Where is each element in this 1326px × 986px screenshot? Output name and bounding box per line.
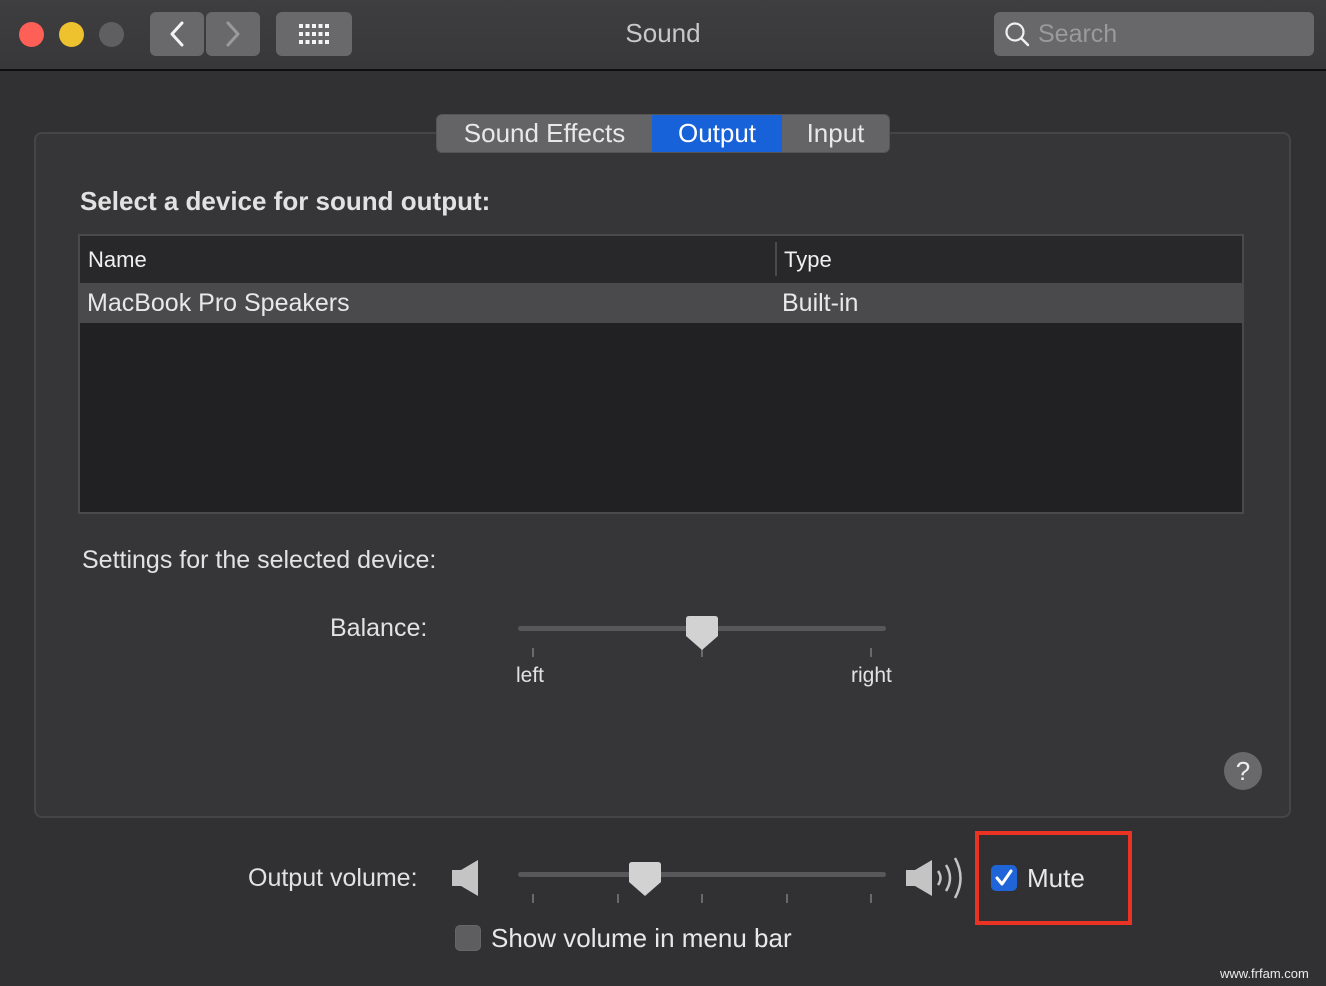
column-header-type[interactable]: Type: [784, 247, 832, 273]
settings-label: Settings for the selected device:: [82, 546, 437, 574]
volume-slider-thumb[interactable]: [628, 862, 661, 896]
tab-input[interactable]: Input: [782, 115, 889, 152]
search-input[interactable]: [1038, 19, 1298, 49]
speaker-low-icon: [452, 860, 478, 896]
balance-right-label: right: [851, 664, 892, 687]
speaker-high-icon: [906, 857, 962, 899]
mute-label[interactable]: Mute: [1027, 863, 1085, 894]
volume-tick: [870, 894, 872, 903]
search-icon: [1005, 22, 1030, 47]
show-volume-label[interactable]: Show volume in menu bar: [491, 923, 792, 954]
device-table: Name Type MacBook Pro Speakers Built-in: [78, 234, 1244, 514]
volume-slider-track[interactable]: [518, 872, 886, 877]
checkmark-icon: [995, 869, 1013, 886]
balance-tick: [532, 648, 534, 657]
mute-checkbox[interactable]: [991, 865, 1017, 891]
volume-tick: [786, 894, 788, 903]
table-header: Name Type: [80, 236, 1242, 283]
balance-slider-thumb[interactable]: [686, 616, 718, 650]
tab-sound-effects[interactable]: Sound Effects: [437, 115, 652, 152]
device-type: Built-in: [782, 289, 859, 317]
volume-tick: [532, 894, 534, 903]
title-bar: Sound: [0, 0, 1326, 71]
section-heading: Select a device for sound output:: [80, 186, 491, 216]
table-row[interactable]: MacBook Pro Speakers Built-in: [80, 283, 1242, 323]
output-volume-label: Output volume:: [248, 864, 418, 892]
volume-tick: [701, 894, 703, 903]
tab-output[interactable]: Output: [652, 115, 782, 152]
tab-bar: Sound Effects Output Input: [436, 114, 890, 153]
column-divider[interactable]: [775, 242, 777, 276]
search-field[interactable]: [994, 12, 1314, 56]
show-volume-checkbox[interactable]: [455, 925, 481, 951]
watermark: www.frfam.com: [1220, 966, 1309, 981]
help-button[interactable]: ?: [1224, 752, 1262, 790]
balance-tick: [870, 648, 872, 657]
column-header-name[interactable]: Name: [88, 247, 147, 273]
balance-label: Balance:: [330, 614, 428, 642]
balance-left-label: left: [516, 664, 545, 687]
volume-tick: [617, 894, 619, 903]
device-name: MacBook Pro Speakers: [87, 289, 350, 317]
